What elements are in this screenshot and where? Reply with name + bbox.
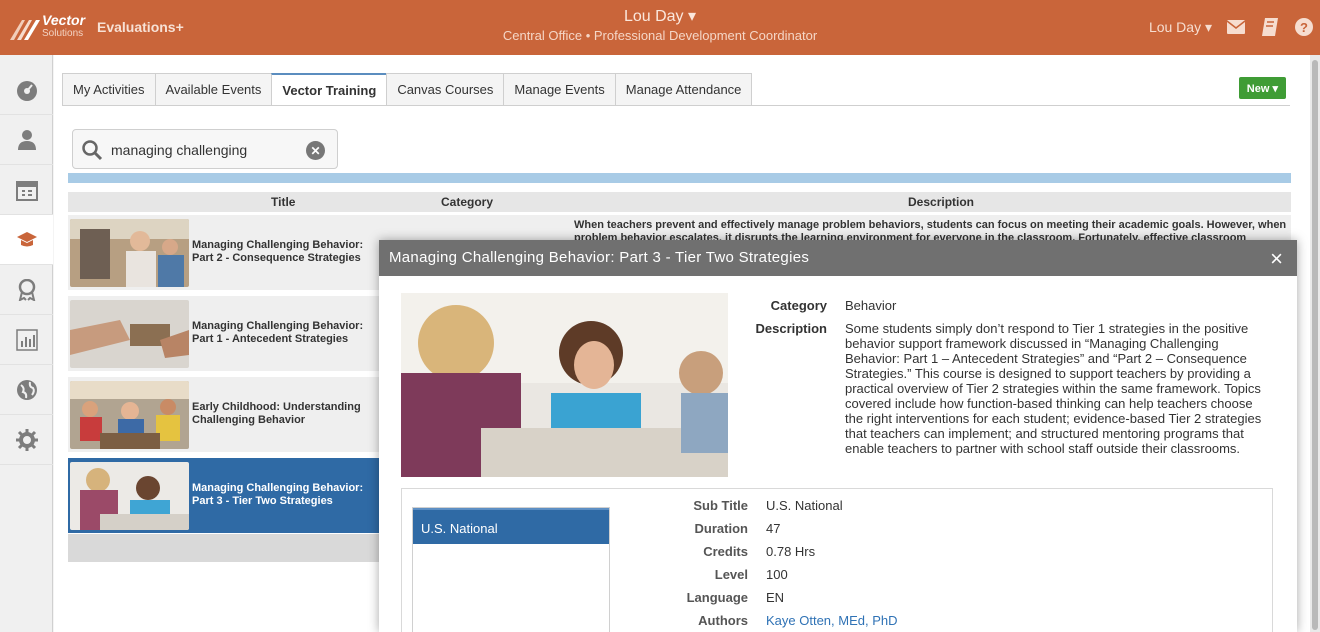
authors-link[interactable]: Kaye Otten, MEd, PhD	[766, 613, 898, 628]
tab-my-activities[interactable]: My Activities	[62, 73, 156, 105]
course-thumbnail	[70, 300, 189, 368]
duration-value: 47	[766, 521, 781, 536]
column-header-description[interactable]: Description	[908, 195, 974, 209]
user-icon	[17, 129, 36, 150]
sidebar-item-awards[interactable]	[0, 265, 53, 315]
course-thumbnail	[70, 381, 189, 449]
row-title[interactable]: Early Childhood: Understanding Challengi…	[192, 401, 382, 427]
table-header: Title Category Description	[68, 192, 1291, 212]
row-title[interactable]: Managing Challenging Behavior: Part 2 - …	[192, 239, 382, 265]
level-label: Level	[714, 567, 748, 582]
tab-available-events[interactable]: Available Events	[154, 73, 273, 105]
credits-label: Credits	[703, 544, 748, 559]
search-icon	[82, 140, 103, 161]
sidebar-item-settings[interactable]	[0, 415, 53, 465]
credits-value: 0.78 Hrs	[766, 544, 816, 559]
user-menu[interactable]: Lou Day ▾	[1149, 19, 1212, 36]
help-icon[interactable]: ?	[1294, 17, 1314, 37]
description-value: Some students simply don’t respond to Ti…	[845, 321, 1262, 456]
row-title[interactable]: Managing Challenging Behavior: Part 1 - …	[192, 320, 382, 346]
tab-vector-training[interactable]: Vector Training	[271, 73, 388, 106]
sidebar-item-global[interactable]	[0, 365, 53, 415]
authors-label: Authors	[698, 613, 748, 628]
gear-icon	[15, 428, 38, 451]
audience-item-selected[interactable]: U.S. National	[413, 508, 609, 544]
language-label: Language	[686, 590, 748, 605]
scrollbar-thumb[interactable]	[1312, 60, 1318, 630]
sidebar-item-profile[interactable]	[0, 115, 53, 165]
sidebar	[0, 55, 53, 632]
book-icon[interactable]	[1260, 17, 1280, 37]
course-hero-image	[401, 293, 728, 477]
sidebar-item-reports[interactable]	[0, 315, 53, 365]
sub-title-label: Sub Title	[693, 498, 748, 513]
tab-bar: My Activities Available Events Vector Tr…	[62, 73, 753, 106]
tab-divider	[62, 105, 1290, 106]
close-icon[interactable]: ×	[1270, 246, 1283, 272]
svg-text:?: ?	[1300, 20, 1308, 35]
level-value: 100	[766, 567, 788, 582]
category-value: Behavior	[845, 298, 897, 313]
clear-search-icon[interactable]: ✕	[306, 141, 325, 160]
new-button[interactable]: New ▾	[1238, 77, 1286, 99]
sidebar-item-dashboard[interactable]	[0, 65, 53, 115]
dashboard-icon	[16, 80, 37, 101]
column-header-title[interactable]: Title	[271, 195, 295, 209]
award-icon	[18, 278, 35, 301]
mail-icon[interactable]	[1226, 17, 1246, 37]
course-detail-modal: Managing Challenging Behavior: Part 3 - …	[379, 240, 1297, 632]
center-user-role: Central Office • Professional Developmen…	[502, 28, 818, 43]
tab-manage-attendance[interactable]: Manage Attendance	[614, 73, 753, 105]
chart-icon	[15, 328, 38, 351]
details-panel: U.S. National Sub Title U.S. National Du…	[401, 488, 1273, 632]
top-bar: Vector Solutions Evaluations+ Lou Day ▾ …	[0, 0, 1320, 55]
course-thumbnail	[70, 219, 189, 287]
sidebar-item-calendar[interactable]	[0, 165, 53, 215]
modal-title: Managing Challenging Behavior: Part 3 - …	[389, 249, 810, 266]
calendar-icon	[15, 180, 38, 201]
row-title[interactable]: Managing Challenging Behavior: Part 3 - …	[192, 482, 382, 508]
course-thumbnail	[70, 462, 189, 530]
search-input[interactable]: managing challenging	[111, 142, 247, 158]
tab-canvas-courses[interactable]: Canvas Courses	[386, 73, 505, 105]
page-scrollbar[interactable]	[1310, 55, 1320, 632]
results-header-bar	[68, 173, 1291, 183]
description-label: Description	[755, 321, 827, 336]
current-user-info: Lou Day ▾ Central Office • Professional …	[0, 6, 1320, 43]
tab-manage-events[interactable]: Manage Events	[503, 73, 616, 105]
sidebar-item-training[interactable]	[0, 215, 53, 265]
audience-list: U.S. National	[412, 507, 610, 632]
graduation-cap-icon	[16, 231, 37, 246]
category-label: Category	[770, 298, 827, 313]
language-value: EN	[766, 590, 785, 605]
duration-label: Duration	[694, 521, 748, 536]
top-right-actions: Lou Day ▾ ?	[1149, 17, 1314, 37]
column-header-category[interactable]: Category	[441, 195, 493, 209]
modal-header: Managing Challenging Behavior: Part 3 - …	[379, 240, 1297, 276]
globe-icon	[16, 379, 37, 400]
sub-title-value: U.S. National	[766, 498, 843, 513]
center-user-name[interactable]: Lou Day ▾	[624, 6, 696, 26]
search-field[interactable]: managing challenging ✕	[72, 129, 338, 169]
